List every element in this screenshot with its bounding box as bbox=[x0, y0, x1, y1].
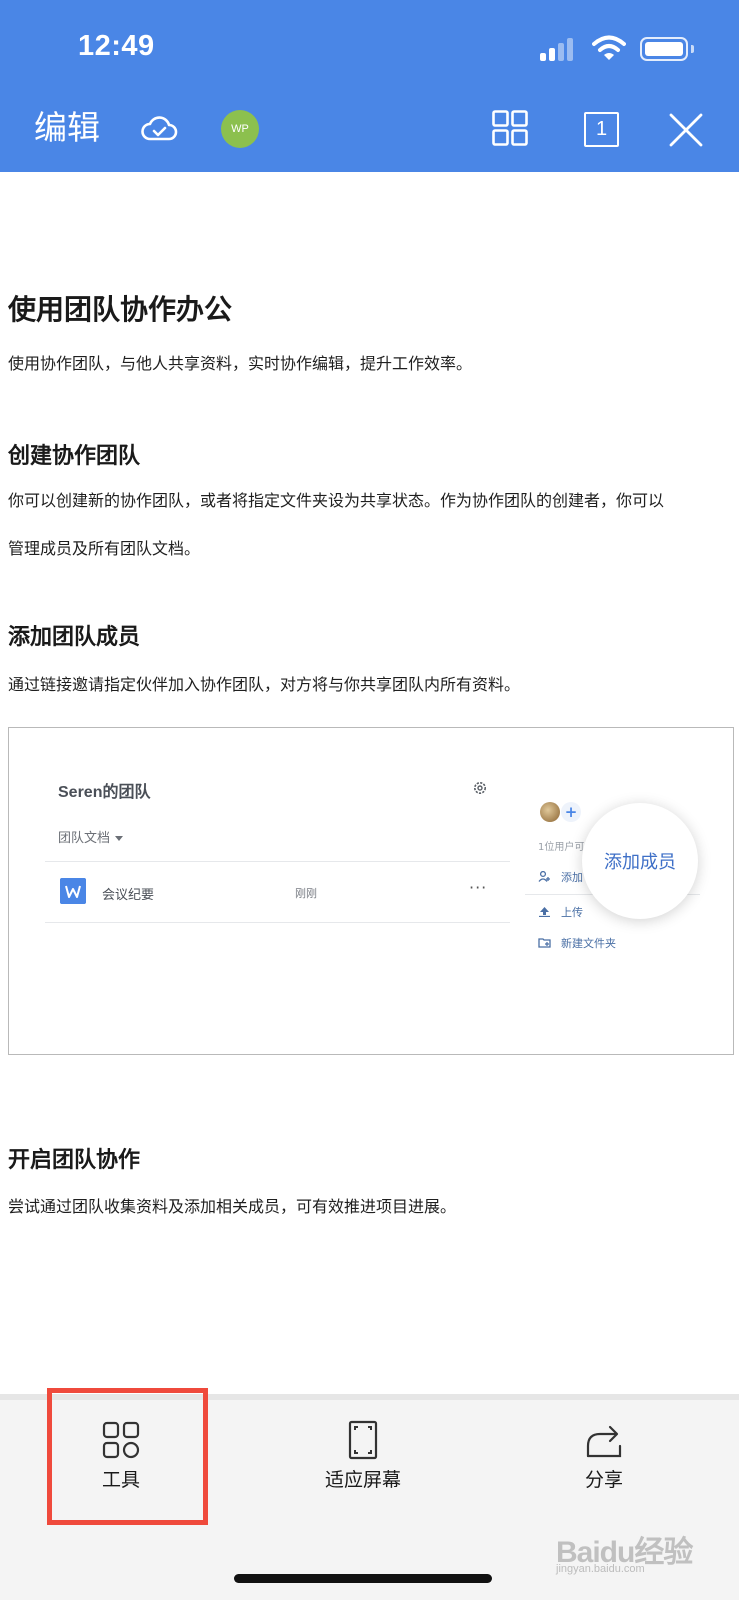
embedded-team-image: Seren的团队 团队文档 会议纪要 刚刚 ··· + 1位用户可 添加 上传 … bbox=[8, 727, 734, 1055]
section-body-add-members: 通过链接邀请指定伙伴加入协作团队，对方将与你共享团队内所有资料。 bbox=[8, 675, 521, 694]
section-heading-create-team: 创建协作团队 bbox=[8, 444, 141, 469]
share-icon bbox=[586, 1425, 622, 1458]
new-folder-icon bbox=[538, 938, 551, 948]
add-member-bubble: 添加成员 bbox=[582, 803, 698, 919]
doc-time: 刚刚 bbox=[295, 887, 317, 900]
side-action-new-folder: 新建文件夹 bbox=[538, 935, 616, 951]
top-bar: 12:49 编辑 WP 1 bbox=[0, 0, 739, 172]
side-action-label: 上传 bbox=[561, 906, 583, 919]
side-action-label: 新建文件夹 bbox=[561, 937, 616, 950]
side-action-upload: 上传 bbox=[538, 904, 583, 920]
collaborator-avatar[interactable]: WP bbox=[221, 110, 259, 148]
home-indicator[interactable] bbox=[234, 1574, 492, 1583]
word-doc-icon bbox=[60, 878, 86, 904]
upload-icon bbox=[539, 907, 550, 917]
grid-view-icon[interactable] bbox=[492, 110, 528, 146]
team-docs-label: 团队文档 bbox=[58, 831, 111, 846]
baidu-watermark-url: jingyan.baidu.com bbox=[556, 1563, 645, 1575]
divider bbox=[45, 861, 510, 862]
section-heading-start-collab: 开启团队协作 bbox=[8, 1148, 141, 1173]
user-count: 1位用户可 bbox=[538, 842, 585, 853]
share-label: 分享 bbox=[584, 1469, 623, 1491]
user-avatar bbox=[540, 802, 560, 822]
side-action-add: 添加 bbox=[538, 869, 583, 885]
share-button[interactable]: 分享 bbox=[529, 1420, 679, 1492]
edit-button[interactable]: 编辑 bbox=[34, 108, 100, 148]
divider bbox=[45, 922, 510, 923]
more-icon: ··· bbox=[469, 878, 488, 897]
team-docs-dropdown: 团队文档 bbox=[58, 827, 124, 846]
status-time: 12:49 bbox=[78, 30, 155, 62]
tools-highlight-box bbox=[47, 1388, 208, 1525]
document-title: 使用团队协作办公 bbox=[8, 293, 233, 326]
battery-tip bbox=[691, 45, 694, 53]
add-plus-icon: + bbox=[561, 802, 581, 822]
section-body-create-team-line2: 管理成员及所有团队文档。 bbox=[8, 539, 201, 558]
fit-screen-button[interactable]: 适应屏幕 bbox=[288, 1420, 438, 1492]
section-body-create-team-line1: 你可以创建新的协作团队，或者将指定文件夹设为共享状态。作为协作团队的创建者，你可… bbox=[8, 491, 665, 510]
fit-screen-label: 适应屏幕 bbox=[324, 1469, 401, 1491]
cellular-signal-icon bbox=[540, 37, 578, 61]
add-user-icon bbox=[538, 871, 550, 882]
section-heading-add-members: 添加团队成员 bbox=[8, 625, 141, 650]
cloud-sync-icon[interactable] bbox=[140, 112, 178, 144]
page-count-button[interactable]: 1 bbox=[584, 112, 619, 147]
wifi-icon bbox=[592, 35, 626, 60]
team-name: Seren的团队 bbox=[58, 784, 151, 801]
battery-icon bbox=[640, 37, 688, 61]
intro-paragraph: 使用协作团队，与他人共享资料，实时协作编辑，提升工作效率。 bbox=[8, 354, 473, 373]
section-body-start-collab: 尝试通过团队收集资料及添加相关成员，可有效推进项目进展。 bbox=[8, 1197, 457, 1216]
settings-gear-icon bbox=[474, 782, 486, 794]
fit-screen-icon bbox=[348, 1420, 378, 1460]
caret-down-icon bbox=[115, 836, 124, 841]
close-icon[interactable] bbox=[668, 112, 704, 148]
side-action-label: 添加 bbox=[561, 871, 583, 884]
doc-name: 会议纪要 bbox=[102, 888, 155, 903]
